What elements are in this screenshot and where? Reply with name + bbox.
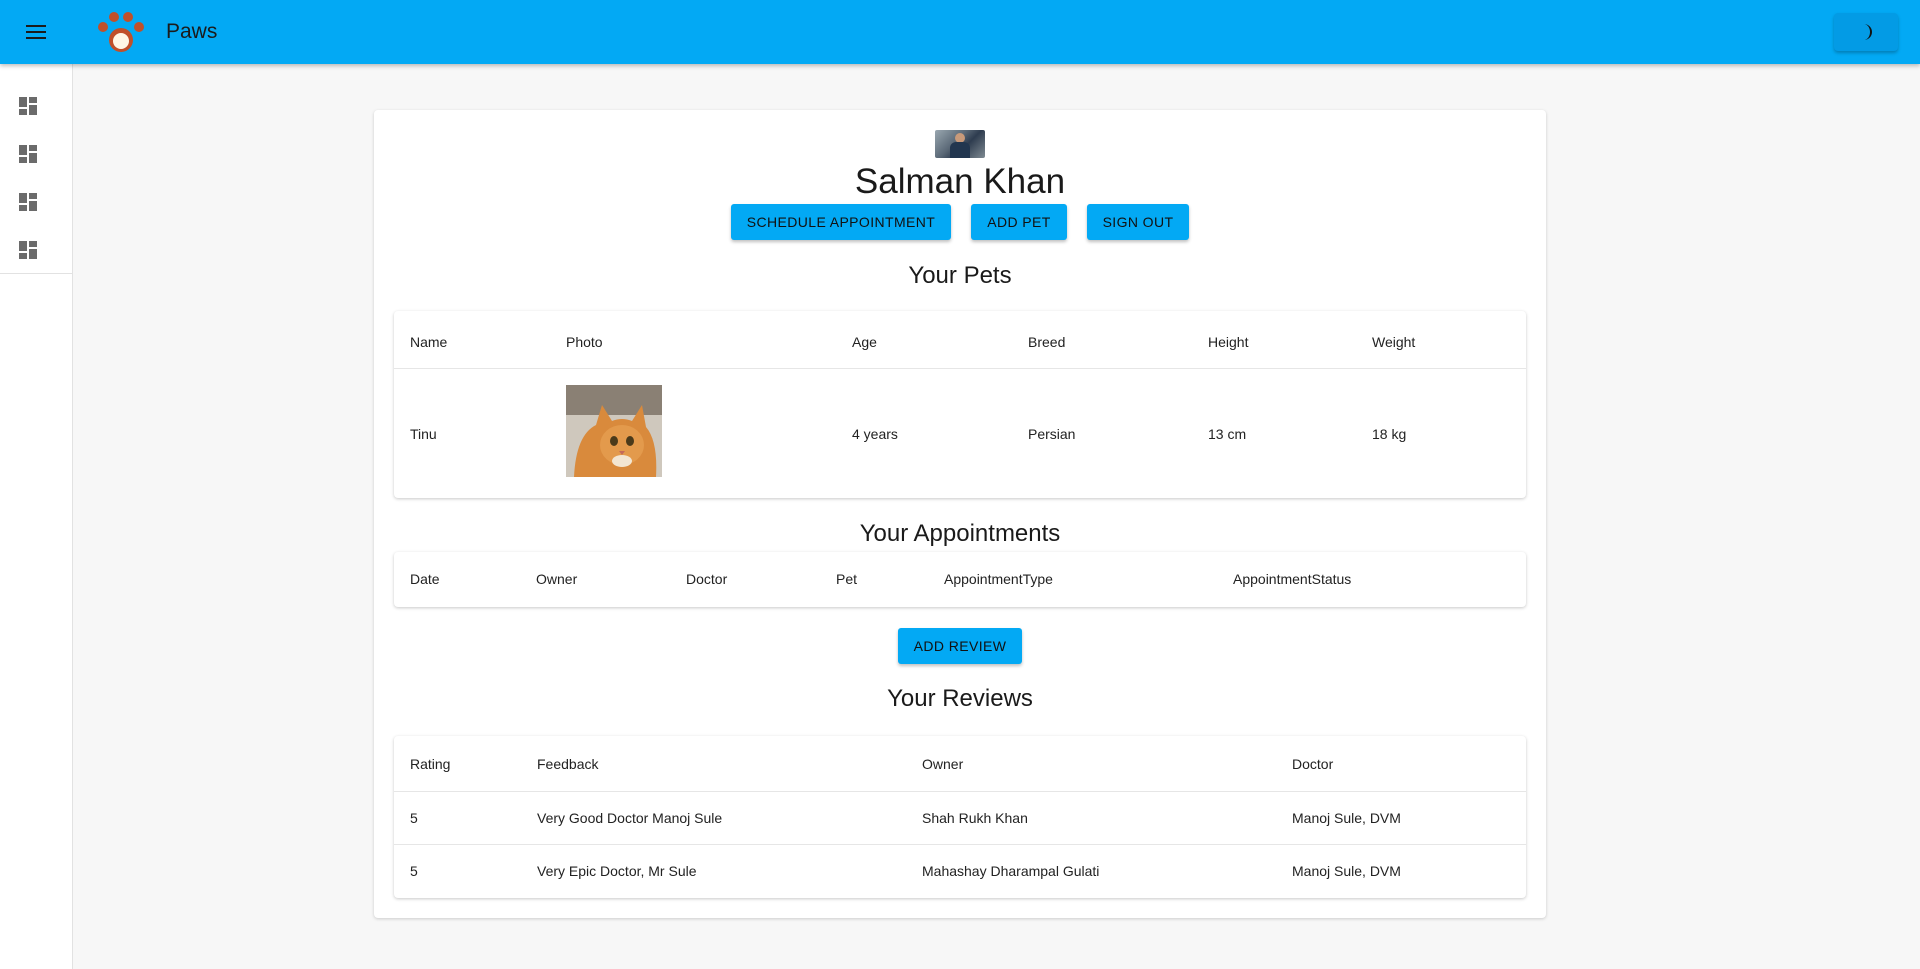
reviews-header-divider [394,791,1526,792]
review-rating: 5 [410,810,418,826]
pet-name: Tinu [410,426,437,442]
pets-header-breed: Breed [1028,334,1066,350]
appointments-header-date: Date [410,571,440,587]
dark-mode-moon-icon [1864,24,1872,40]
pet-photo [566,385,662,477]
schedule-appointment-button[interactable]: SCHEDULE APPOINTMENT [731,204,951,240]
add-pet-button[interactable]: ADD PET [971,204,1067,240]
app-title[interactable]: Paws [166,20,217,44]
sidebar [0,64,73,969]
appointments-section-title: Your Appointments [859,520,1061,547]
reviews-header-owner: Owner [922,756,964,772]
pets-header-weight: Weight [1372,334,1416,350]
reviews-section-title: Your Reviews [887,685,1033,712]
paw-logo-icon [98,12,144,52]
review-owner: Mahashay Dharampal Gulati [922,863,1100,879]
hamburger-menu-icon [26,25,46,39]
menu-button[interactable] [16,16,56,48]
pets-header-divider [394,368,1526,369]
appointments-header-status: AppointmentStatus [1233,571,1352,587]
dashboard-icon [19,193,37,211]
review-rating: 5 [410,863,418,879]
sign-out-button[interactable]: SIGN OUT [1087,204,1189,240]
pet-height: 13 cm [1208,426,1247,442]
reviews-header-rating: Rating [410,756,451,772]
pets-header-age: Age [852,334,877,350]
appointments-header-type: AppointmentType [944,571,1053,587]
pets-header-height: Height [1208,334,1249,350]
sidebar-item-4[interactable] [0,226,72,274]
review-doctor: Manoj Sule, DVM [1292,810,1401,826]
reviews-row-divider [394,844,1526,845]
appointments-header-doctor: Doctor [686,571,728,587]
add-review-button[interactable]: ADD REVIEW [898,628,1022,664]
reviews-header-doctor: Doctor [1292,756,1334,772]
theme-toggle-button[interactable] [1834,13,1898,51]
reviews-header-feedback: Feedback [537,756,599,772]
pet-age: 4 years [852,426,898,442]
pets-header-name: Name [410,334,448,350]
sidebar-item-1[interactable] [0,82,72,130]
review-doctor: Manoj Sule, DVM [1292,863,1401,879]
pet-weight: 18 kg [1372,426,1407,442]
pets-section-title: Your Pets [908,262,1012,289]
appointments-header-owner: Owner [536,571,578,587]
sidebar-item-3[interactable] [0,178,72,226]
app-bar: Paws [0,0,1920,64]
pets-header-photo: Photo [566,334,603,350]
review-owner: Shah Rukh Khan [922,810,1028,826]
appointments-table: Date Owner Doctor Pet AppointmentType Ap… [394,552,1526,607]
dashboard-icon [19,145,37,163]
owner-avatar [935,130,985,158]
pets-table: Name Photo Age Breed Height Weight Tinu [394,311,1526,498]
appointments-header-pet: Pet [836,571,858,587]
owner-name: Salman Khan [854,162,1066,201]
pet-breed: Persian [1028,426,1076,442]
reviews-table: Rating Feedback Owner Doctor 5 Very Good… [394,736,1526,898]
dashboard-icon [19,241,37,259]
dashboard-icon [19,97,37,115]
review-feedback: Very Good Doctor Manoj Sule [537,810,723,826]
sidebar-item-2[interactable] [0,130,72,178]
profile-card: Salman Khan SCHEDULE APPOINTMENT ADD PET… [374,110,1546,918]
sidebar-items [0,64,72,274]
review-feedback: Very Epic Doctor, Mr Sule [537,863,697,879]
